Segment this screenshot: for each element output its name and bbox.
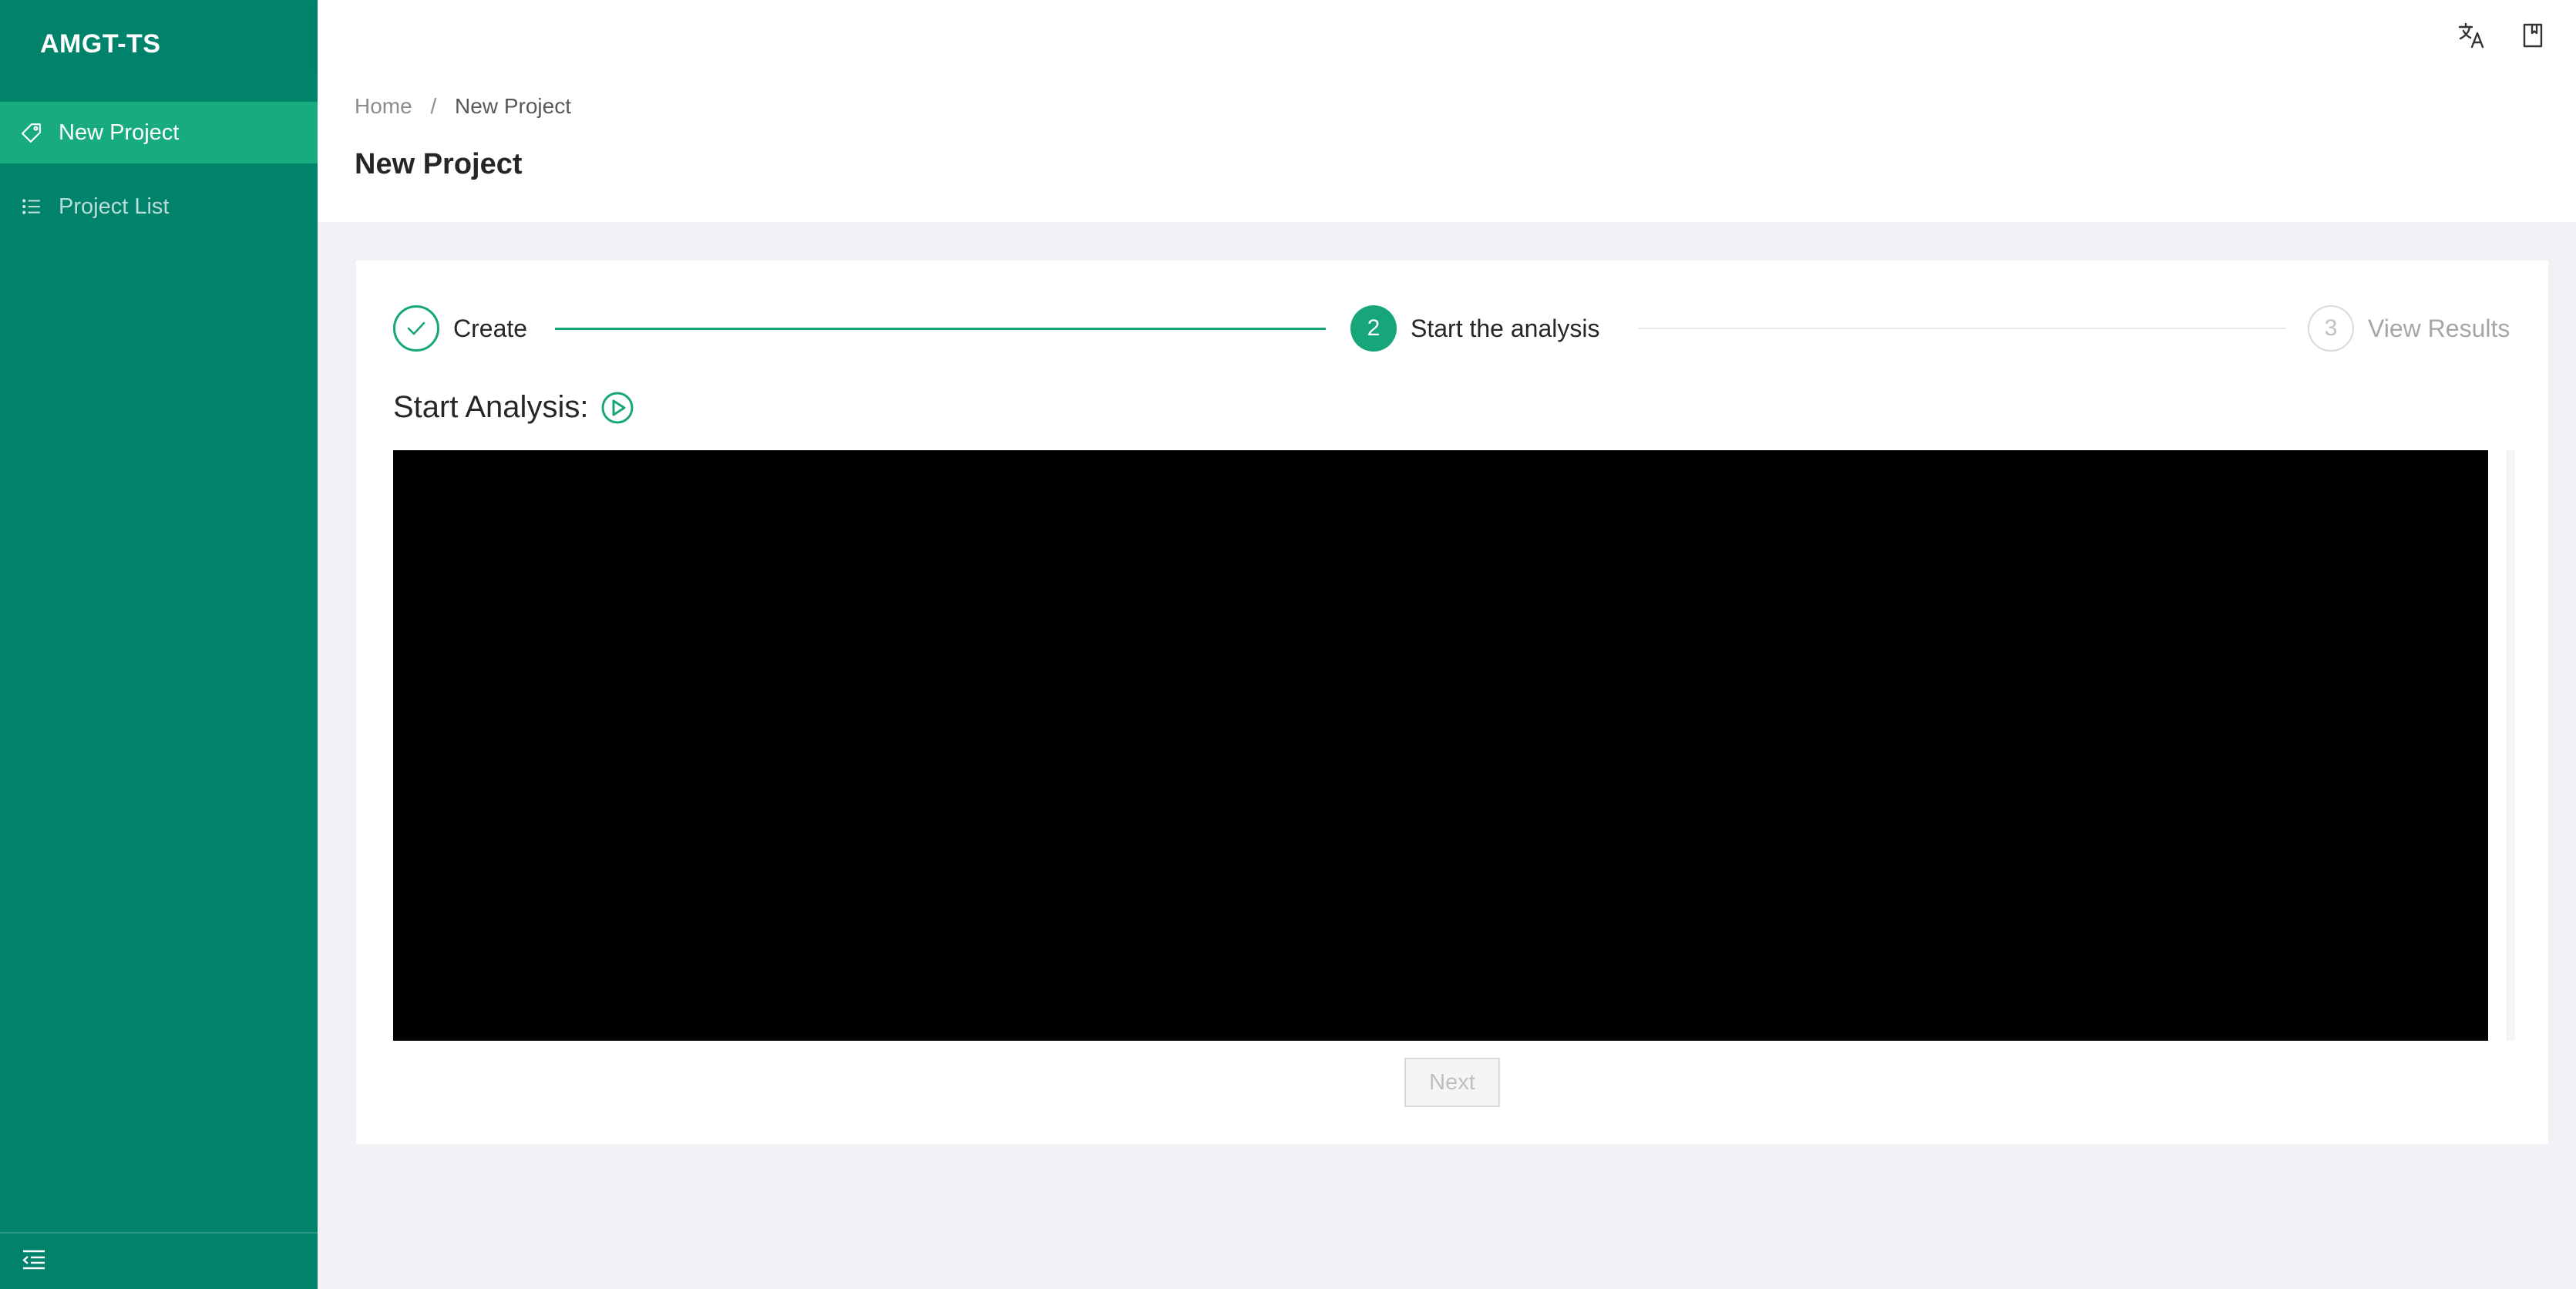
breadcrumb-home-link[interactable]: Home [355, 94, 412, 118]
breadcrumb-current: New Project [455, 94, 571, 118]
analysis-title: Start Analysis: [393, 390, 589, 424]
play-circle-icon[interactable] [600, 391, 634, 425]
sidebar-item-label: New Project [59, 119, 180, 145]
step-view-results: 3 View Results [2308, 302, 2510, 355]
step-connector-pending [1639, 328, 2286, 329]
sidebar-item-project-list[interactable]: Project List [0, 176, 318, 237]
step-start-analysis: 2 Start the analysis [1350, 302, 1599, 355]
app-logo: AMGT-TS [40, 29, 161, 59]
translate-icon[interactable] [2454, 19, 2488, 52]
step-title: Create [453, 314, 528, 342]
step-title: View Results [2368, 314, 2510, 342]
step-number: 3 [2308, 305, 2354, 352]
tag-icon [20, 121, 43, 144]
console-scrollbar[interactable] [2507, 450, 2515, 1041]
breadcrumb: Home / New Project [355, 94, 571, 119]
check-icon [393, 305, 439, 352]
sidebar-item-new-project[interactable]: New Project [0, 102, 318, 163]
next-button[interactable]: Next [1404, 1058, 1500, 1107]
sidebar-collapse-button[interactable] [0, 1232, 318, 1289]
page-header: Home / New Project New Project [318, 71, 2576, 222]
list-icon [20, 195, 43, 218]
step-create: Create [393, 302, 527, 355]
step-number: 2 [1350, 305, 1397, 352]
step-title: Start the analysis [1411, 314, 1600, 342]
breadcrumb-separator: / [430, 94, 437, 118]
content-card: Create 2 Start the analysis 3 View Resul… [356, 261, 2548, 1144]
sidebar: AMGT-TS New Project Project List [0, 0, 318, 1289]
page-title: New Project [355, 148, 523, 180]
step-connector-done [555, 328, 1326, 330]
menu-fold-icon [22, 1249, 46, 1274]
top-header [318, 0, 2576, 71]
sidebar-item-label: Project List [59, 194, 170, 219]
analysis-heading: Start Analysis: [393, 390, 634, 425]
book-icon[interactable] [2516, 19, 2550, 52]
analysis-console[interactable] [393, 450, 2488, 1041]
steps: Create 2 Start the analysis 3 View Resul… [393, 302, 2513, 355]
